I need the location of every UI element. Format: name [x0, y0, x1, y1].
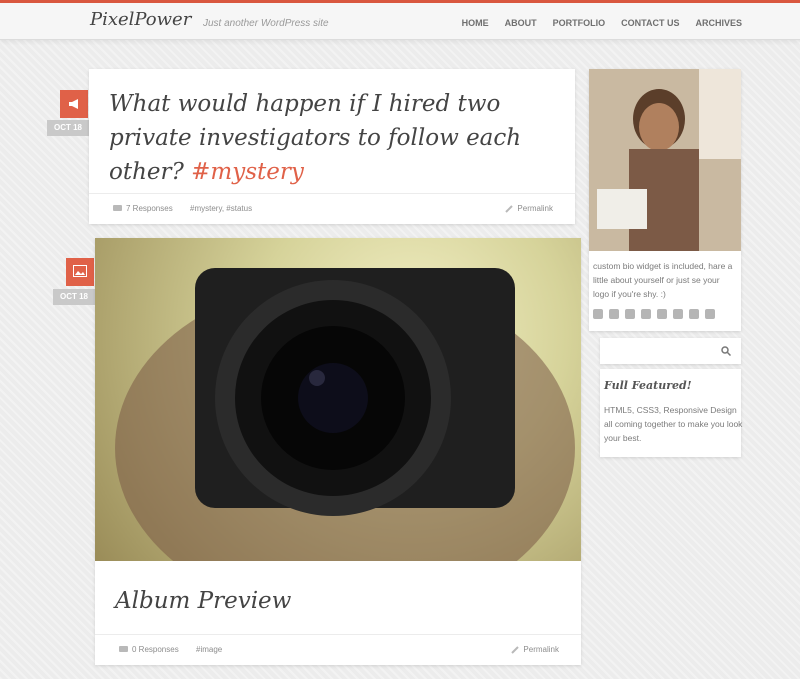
post-type-marker — [66, 258, 94, 286]
site-tagline: Just another WordPress site — [203, 18, 329, 29]
bio-photo — [589, 69, 741, 251]
permalink[interactable]: Permalink — [511, 645, 559, 654]
feature-widget: Full Featured! HTML5, CSS3, Responsive D… — [600, 369, 743, 457]
skype-icon[interactable] — [673, 309, 683, 319]
comment-icon — [113, 204, 122, 211]
responses-count[interactable]: 0 Responses — [132, 645, 179, 654]
nav-portfolio[interactable]: PORTFOLIO — [553, 18, 606, 28]
camera-photo[interactable] — [95, 238, 581, 561]
site-header: PixelPower Just another WordPress site H… — [0, 0, 800, 40]
flickr-icon[interactable] — [657, 309, 667, 319]
widget-title: Full Featured! — [604, 379, 692, 392]
post-card: What would happen if I hired two private… — [89, 69, 575, 224]
permalink[interactable]: Permalink — [505, 204, 553, 213]
post-card: Album Preview 0 Responses #image Permali… — [95, 238, 581, 665]
vimeo-icon[interactable] — [593, 309, 603, 319]
linkedin-icon[interactable] — [625, 309, 635, 319]
trash-icon[interactable] — [641, 309, 651, 319]
post-meta-bar: 7 Responses #mystery, #status Permalink — [89, 193, 575, 224]
post-meta-bar: 0 Responses #image Permalink — [95, 634, 581, 665]
post-date-badge: OCT 18 — [53, 289, 95, 305]
permalink-text[interactable]: Permalink — [517, 204, 553, 213]
responses-link[interactable]: 7 Responses — [113, 204, 173, 213]
site-logo[interactable]: PixelPower — [90, 9, 191, 30]
youtube-icon[interactable] — [609, 309, 619, 319]
widget-text: HTML5, CSS3, Responsive Design all comin… — [604, 405, 743, 443]
search-icon[interactable] — [721, 346, 731, 356]
main-nav: HOME ABOUT PORTFOLIO CONTACT US ARCHIVES — [462, 18, 742, 28]
nav-archives[interactable]: ARCHIVES — [695, 18, 742, 28]
responses-link[interactable]: 0 Responses — [119, 645, 179, 654]
bio-text: custom bio widget is included, hare a li… — [593, 261, 733, 299]
post-tags[interactable]: #mystery, #status — [190, 204, 252, 213]
bio-widget: custom bio widget is included, hare a li… — [589, 69, 741, 331]
social-links — [593, 309, 715, 319]
link-icon — [511, 645, 520, 654]
camera-lens-image — [115, 268, 575, 561]
post-date-badge: OCT 18 — [47, 120, 89, 136]
post-tags[interactable]: #image — [196, 645, 222, 654]
post-tags-text[interactable]: #mystery, #status — [190, 204, 252, 213]
search-input[interactable] — [600, 338, 741, 364]
nav-home[interactable]: HOME — [462, 18, 489, 28]
responses-count[interactable]: 7 Responses — [126, 204, 173, 213]
image-icon — [73, 265, 87, 277]
nav-about[interactable]: ABOUT — [505, 18, 537, 28]
comment-icon — [119, 645, 128, 652]
link-icon — [505, 204, 514, 213]
megaphone-icon — [69, 99, 78, 109]
dribbble-icon[interactable] — [689, 309, 699, 319]
nav-contact-us[interactable]: CONTACT US — [621, 18, 679, 28]
post-type-marker — [60, 90, 88, 118]
post-title[interactable]: Album Preview — [115, 588, 291, 614]
post-title-text[interactable]: What would happen if I hired two private… — [109, 91, 521, 185]
post-tags-text[interactable]: #image — [196, 645, 222, 654]
post-hashtag-link[interactable]: #mystery — [191, 159, 304, 185]
search-widget — [600, 338, 741, 364]
twitter-icon[interactable] — [705, 309, 715, 319]
post-title[interactable]: What would happen if I hired two private… — [109, 87, 549, 189]
permalink-text[interactable]: Permalink — [523, 645, 559, 654]
